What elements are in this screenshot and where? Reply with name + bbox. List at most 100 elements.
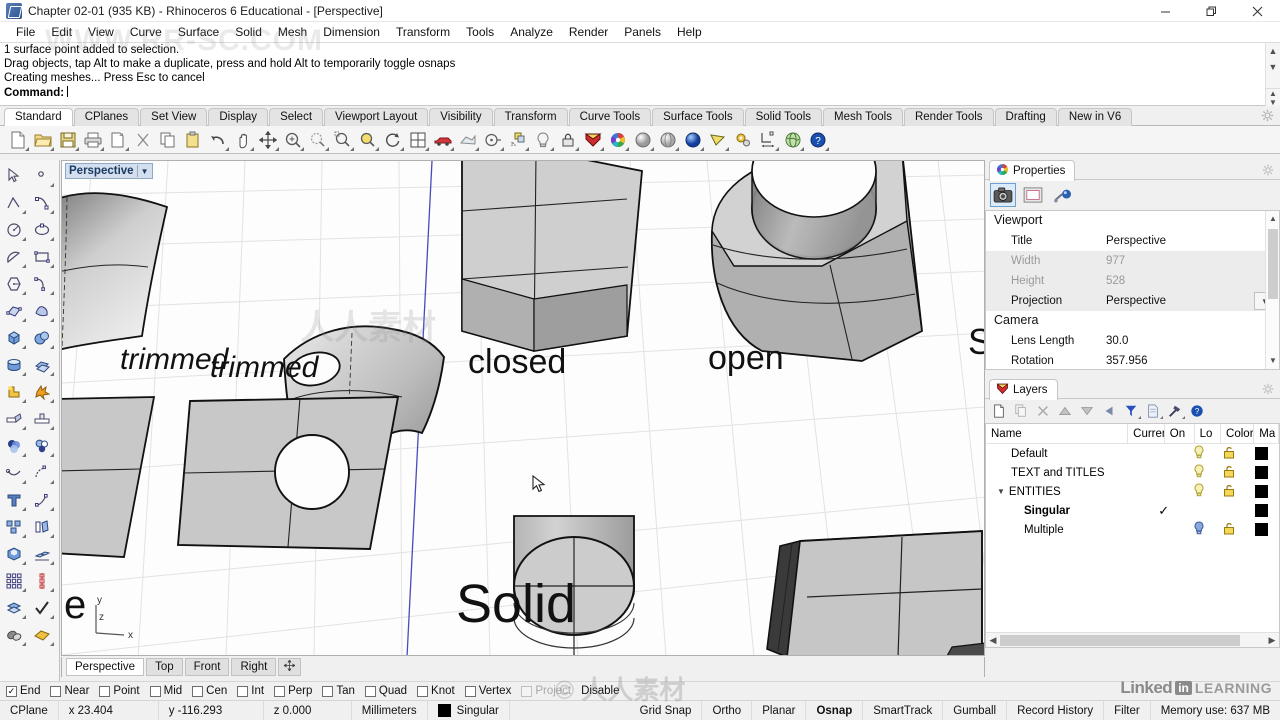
viewport-frame-icon[interactable] [1020, 183, 1046, 207]
menu-item-view[interactable]: View [80, 23, 122, 41]
ellipse-icon[interactable] [28, 216, 56, 243]
dimension-arc-icon[interactable] [28, 459, 56, 486]
array-polar-icon[interactable] [28, 567, 56, 594]
color-wheel-icon[interactable] [606, 128, 630, 152]
copy-icon[interactable] [156, 128, 180, 152]
ghosted-sphere-icon[interactable] [656, 128, 680, 152]
help-icon[interactable]: ? [806, 128, 830, 152]
layers-col-current[interactable]: Current [1128, 424, 1165, 444]
named-cplane-icon[interactable] [506, 128, 530, 152]
close-button[interactable] [1234, 0, 1280, 22]
earth-globe-icon[interactable] [781, 128, 805, 152]
save-as-icon[interactable] [106, 128, 130, 152]
surface-offset-icon[interactable] [28, 351, 56, 378]
gear-icon[interactable] [1261, 109, 1274, 122]
properties-panel-tab[interactable]: Properties [989, 160, 1076, 181]
curve-tools-icon[interactable] [0, 459, 28, 486]
command-input[interactable]: Command: [0, 85, 1280, 101]
menu-item-solid[interactable]: Solid [227, 23, 270, 41]
help-icon[interactable]: ? [1187, 401, 1207, 421]
table-row[interactable]: Default [986, 444, 1279, 463]
select-arrow-icon[interactable] [0, 162, 28, 189]
material-icon[interactable] [1050, 183, 1076, 207]
circle-icon[interactable] [0, 216, 28, 243]
status-toggle-smarttrack[interactable]: SmartTrack [863, 700, 944, 720]
menu-item-dimension[interactable]: Dimension [315, 23, 388, 41]
zoom-window-icon[interactable] [306, 128, 330, 152]
scroll-right-icon[interactable]: ▶ [1265, 635, 1279, 646]
osnap-perp[interactable]: Perp [274, 685, 312, 697]
property-value-projection[interactable]: Perspective [1106, 295, 1254, 307]
menu-item-mesh[interactable]: Mesh [270, 23, 315, 41]
fillet-icon[interactable] [0, 405, 28, 432]
menu-item-curve[interactable]: Curve [122, 23, 170, 41]
check-object-icon[interactable] [28, 594, 56, 621]
layer-name[interactable]: ENTITIES [1009, 486, 1061, 498]
osnap-near[interactable]: Near [50, 685, 89, 697]
control-point-curve-icon[interactable] [28, 189, 56, 216]
toolbar-tab-new-in-v6[interactable]: New in V6 [1057, 108, 1133, 126]
arc-icon[interactable] [0, 243, 28, 270]
layer-color-swatch[interactable] [437, 704, 451, 717]
layer-color-swatch[interactable] [1254, 447, 1268, 460]
toolbar-tab-visibility[interactable]: Visibility [429, 108, 493, 126]
checkbox[interactable] [322, 685, 334, 697]
toolbar-tab-render-tools[interactable]: Render Tools [903, 108, 994, 126]
shaded-sphere-icon[interactable] [631, 128, 655, 152]
checkbox[interactable] [192, 685, 204, 697]
extrude-icon[interactable] [28, 513, 56, 540]
free-form-curve-icon[interactable] [28, 270, 56, 297]
checkbox[interactable] [464, 685, 476, 697]
boolean-union-icon[interactable] [0, 432, 28, 459]
layers-col-color[interactable]: Color [1221, 424, 1255, 444]
light-bulb-icon[interactable] [1183, 483, 1215, 500]
render-preview-icon[interactable] [456, 128, 480, 152]
toolbar-tab-set-view[interactable]: Set View [140, 108, 208, 126]
move-viewport-icon[interactable] [278, 658, 302, 676]
table-row[interactable]: ▼ ENTITIES [986, 482, 1279, 501]
new-layer-icon[interactable] [989, 401, 1009, 421]
move-icon[interactable] [256, 128, 280, 152]
osnap-int[interactable]: Int [237, 685, 264, 697]
zoom-extents-icon[interactable] [331, 128, 355, 152]
scroll-left-icon[interactable]: ◀ [986, 635, 1000, 646]
menu-item-render[interactable]: Render [561, 23, 616, 41]
pointer-arrow-icon[interactable] [706, 128, 730, 152]
car-render-icon[interactable] [431, 128, 455, 152]
menu-item-analyze[interactable]: Analyze [502, 23, 561, 41]
viewport-title-button[interactable]: Perspective ▼ [65, 163, 153, 179]
boolean-icon[interactable] [0, 378, 28, 405]
checkbox[interactable] [237, 685, 249, 697]
pan-hand-icon[interactable] [231, 128, 255, 152]
toolbar-tab-cplanes[interactable]: CPlanes [73, 108, 140, 126]
osnap-point[interactable]: Point [99, 685, 140, 697]
osnap-vertex[interactable]: Vertex [464, 685, 511, 697]
status-toggle-osnap[interactable]: Osnap [806, 700, 864, 720]
osnap-tan[interactable]: Tan [322, 685, 355, 697]
toolbar-tab-standard[interactable]: Standard [4, 108, 73, 126]
zoom-in-icon[interactable] [281, 128, 305, 152]
unlock-icon[interactable] [1215, 522, 1243, 538]
solid-tools-icon[interactable] [0, 540, 28, 567]
dimension-icon[interactable] [756, 128, 780, 152]
polyline-icon[interactable] [0, 189, 28, 216]
lock-icon[interactable] [556, 128, 580, 152]
save-icon[interactable] [56, 128, 80, 152]
undo-icon[interactable] [206, 128, 230, 152]
scroll-up-icon[interactable]: ▲ [1266, 211, 1279, 227]
point-icon[interactable] [28, 162, 56, 189]
osnap-end[interactable]: ✓ End [6, 685, 40, 697]
toolbar-tab-drafting[interactable]: Drafting [994, 108, 1057, 126]
properties-scrollbar[interactable]: ▲ ▼ [1265, 211, 1279, 369]
menu-item-file[interactable]: File [8, 23, 43, 41]
unlock-icon[interactable] [1215, 465, 1243, 481]
text-icon[interactable] [0, 486, 28, 513]
scroll-down-icon[interactable]: ▼ [1266, 353, 1279, 369]
osnap-cen[interactable]: Cen [192, 685, 227, 697]
gears-icon[interactable] [731, 128, 755, 152]
menu-item-tools[interactable]: Tools [458, 23, 502, 41]
layer-tools-icon[interactable] [0, 594, 28, 621]
property-row-rotation[interactable]: Rotation 357.956 [986, 351, 1279, 369]
layers-col-material[interactable]: Ma [1254, 424, 1279, 444]
chamfer-icon[interactable] [28, 405, 56, 432]
